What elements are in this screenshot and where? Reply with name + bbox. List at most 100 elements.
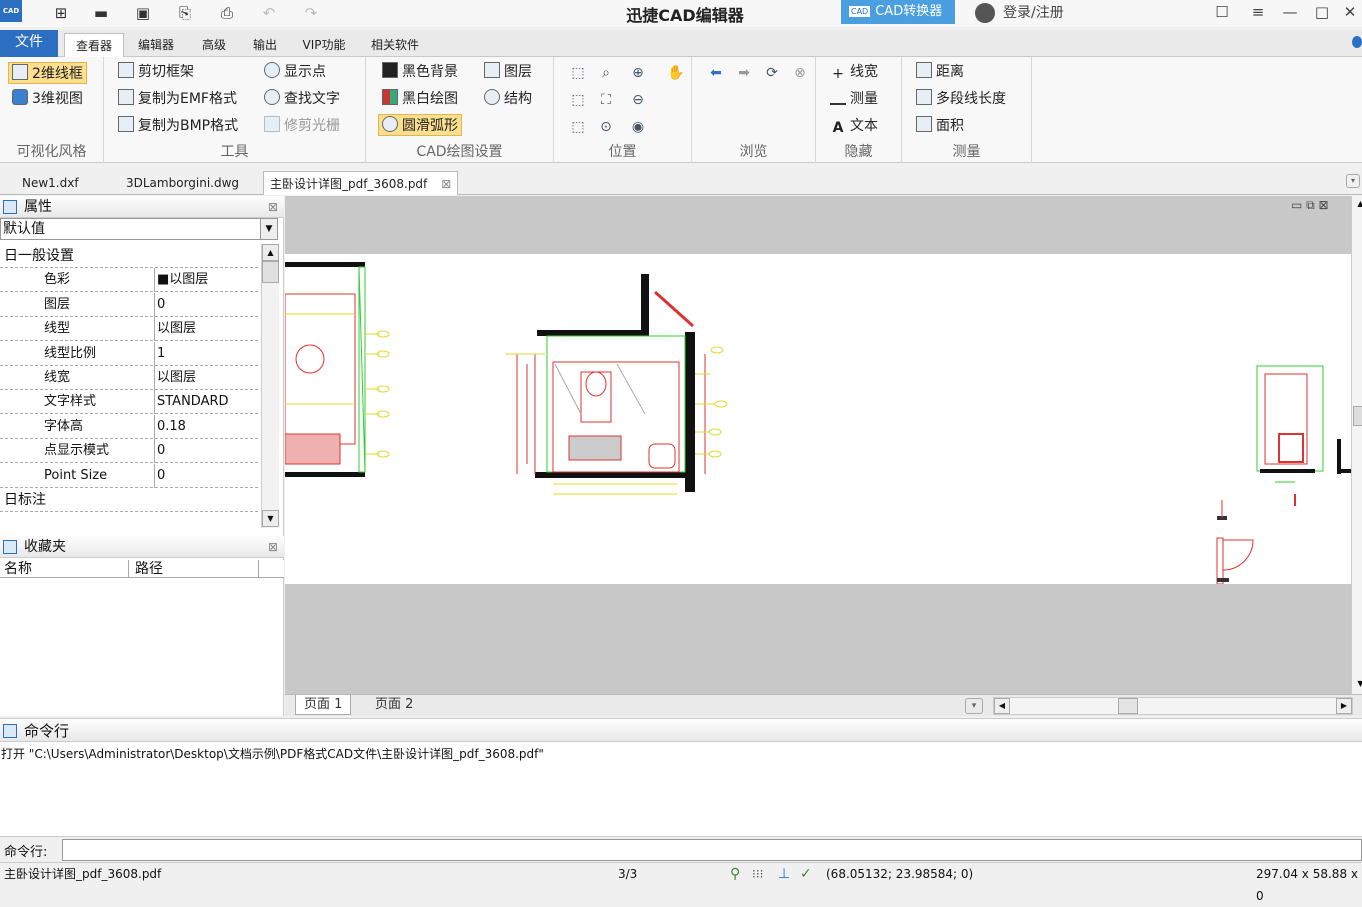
tab-vip[interactable]: VIP功能 [294, 33, 354, 57]
canvas-horizontal-scrollbar[interactable]: ◀ ▶ [993, 697, 1353, 715]
column-path[interactable]: 路径 [128, 560, 163, 578]
zoom-prev-icon[interactable]: ⬚ [568, 117, 588, 137]
property-value[interactable]: 0 [157, 439, 165, 463]
zoom-in-icon[interactable]: ⊕ [628, 63, 648, 83]
redo-icon[interactable]: ↷ [300, 2, 322, 24]
doc-tab-active[interactable]: 主卧设计详图_pdf_3608.pdf ⊠ [263, 171, 459, 195]
smooth-arc-button[interactable]: 圆滑弧形 [378, 114, 462, 136]
scroll-up-icon[interactable]: ▲ [262, 244, 279, 261]
stop-icon[interactable]: ⊗ [790, 63, 810, 83]
snap-icon[interactable]: ⚲ [730, 863, 740, 885]
zoom-realtime-icon[interactable]: ⊙ [596, 117, 616, 137]
clip-frame-button[interactable]: 剪切框架 [118, 61, 194, 83]
properties-scrollbar[interactable]: ▲ ▼ [261, 244, 279, 528]
property-value[interactable]: 0 [157, 464, 165, 488]
polyline-length-button[interactable]: 多段线长度 [916, 88, 1006, 110]
tab-editor[interactable]: 编辑器 [130, 33, 182, 57]
fit-page-icon[interactable]: ⬚ [568, 90, 588, 110]
copy-emf-button[interactable]: 复制为EMF格式 [118, 88, 237, 110]
panel-close-icon[interactable]: ⊠ [268, 196, 278, 218]
feedback-icon[interactable]: ☐ [1206, 0, 1238, 24]
drawing-canvas[interactable]: ▭ ⧉ ⊠ [285, 196, 1351, 694]
polar-icon[interactable]: ✓ [800, 863, 812, 885]
property-row[interactable]: 色彩 ■以图层 [0, 268, 258, 293]
scroll-thumb[interactable] [1353, 406, 1362, 426]
show-points-button[interactable]: 显示点 [264, 61, 326, 83]
tab-related-software[interactable]: 相关软件 [362, 33, 428, 57]
page-list-dropdown-icon[interactable]: ▾ [965, 698, 983, 714]
login-button[interactable]: 登录/注册 [975, 1, 1095, 25]
minimize-icon[interactable]: — [1274, 0, 1306, 24]
panel-close-icon[interactable]: ⊠ [268, 536, 278, 558]
tab-advanced[interactable]: 高级 [190, 33, 238, 57]
zoom-center-icon[interactable]: ◉ [628, 117, 648, 137]
property-value[interactable]: ■以图层 [157, 268, 208, 292]
property-row[interactable]: 点显示模式 0 [0, 439, 258, 464]
distance-button[interactable]: 距离 [916, 61, 964, 83]
black-white-button[interactable]: 黑白绘图 [382, 88, 458, 110]
tab-close-icon[interactable]: ⊠ [441, 177, 451, 191]
copy-bmp-button[interactable]: 复制为BMP格式 [118, 115, 238, 137]
back-arrow-icon[interactable]: ⬅ [706, 63, 726, 83]
pan-window-icon[interactable]: ⬚ [568, 63, 588, 83]
2d-wireframe-button[interactable]: 2维线框 [8, 62, 87, 84]
property-value[interactable]: 1 [157, 342, 165, 366]
fit-extents-icon[interactable]: ⛶ [596, 90, 616, 110]
new-file-icon[interactable]: ⊞ [50, 2, 72, 24]
property-row[interactable]: 线宽 以图层 [0, 366, 258, 390]
property-category[interactable]: 日一般设置 [0, 244, 258, 268]
zoom-window-icon[interactable]: ⌕ [596, 63, 616, 83]
layers-button[interactable]: 图层 [484, 61, 532, 83]
page-tab-2[interactable]: 页面 2 [375, 695, 413, 715]
property-value[interactable]: 0.18 [157, 415, 186, 439]
find-text-button[interactable]: 查找文字 [264, 88, 340, 110]
property-row[interactable]: 字体高 0.18 [0, 414, 258, 439]
ortho-icon[interactable]: ⊥ [778, 863, 790, 885]
cad-converter-button[interactable]: CAD CAD转换器 [841, 0, 955, 24]
text-toggle[interactable]: A 文本 [830, 115, 878, 137]
help-icon[interactable] [1352, 36, 1362, 48]
command-input[interactable] [62, 839, 1362, 861]
close-icon[interactable]: ✕ [1334, 0, 1362, 24]
property-category[interactable]: 日标注 [0, 488, 258, 512]
forward-arrow-icon[interactable]: ➡ [734, 63, 754, 83]
tab-viewer[interactable]: 查看器 [64, 33, 124, 57]
chevron-down-icon[interactable]: ▼ [260, 219, 277, 239]
scroll-right-icon[interactable]: ▶ [1336, 698, 1352, 714]
property-value[interactable]: STANDARD [157, 390, 229, 414]
structure-button[interactable]: 结构 [484, 88, 532, 110]
menu-icon[interactable]: ≡ [1242, 0, 1274, 24]
line-width-toggle[interactable]: + 线宽 [830, 61, 878, 83]
pdf-icon[interactable]: ⎘ [174, 2, 196, 24]
print-icon[interactable]: ⎙ [216, 2, 238, 24]
column-name[interactable]: 名称 [4, 560, 32, 578]
doc-tab-new1[interactable]: New1.dxf [22, 171, 79, 195]
property-value[interactable]: 以图层 [157, 366, 196, 390]
scroll-thumb[interactable] [1118, 698, 1138, 714]
undo-icon[interactable]: ↶ [258, 2, 280, 24]
properties-selector[interactable]: 默认值 ▼ [0, 218, 278, 240]
open-folder-icon[interactable]: ▬ [90, 2, 112, 24]
page-tab-1[interactable]: 页面 1 [295, 695, 352, 715]
zoom-out-icon[interactable]: ⊖ [628, 90, 648, 110]
grid-icon[interactable]: ⁝⁝⁝ [752, 863, 763, 885]
property-row[interactable]: Point Size 0 [0, 463, 258, 488]
canvas-vertical-scrollbar[interactable]: ▲ ▼ [1351, 196, 1362, 694]
trim-raster-button[interactable]: 修剪光栅 [264, 115, 340, 137]
property-value[interactable]: 0 [157, 293, 165, 317]
tab-file[interactable]: 文件 [0, 30, 58, 57]
scroll-left-icon[interactable]: ◀ [994, 698, 1010, 714]
3d-view-button[interactable]: 3维视图 [12, 88, 83, 110]
tab-list-dropdown-icon[interactable]: ▾ [1346, 174, 1360, 188]
doc-tab-lamborgini[interactable]: 3DLamborgini.dwg [126, 171, 239, 195]
scroll-thumb[interactable] [262, 261, 279, 283]
property-row[interactable]: 文字样式 STANDARD [0, 390, 258, 415]
mdi-window-controls[interactable]: ▭ ⧉ ⊠ [1291, 198, 1329, 213]
scroll-down-icon[interactable]: ▼ [262, 510, 279, 527]
save-icon[interactable]: ▣ [132, 2, 154, 24]
hand-pan-icon[interactable]: ✋ [666, 63, 686, 83]
measure-toggle[interactable]: 测量 [830, 88, 878, 110]
property-row[interactable]: 线型 以图层 [0, 317, 258, 342]
black-background-button[interactable]: 黑色背景 [382, 61, 458, 83]
refresh-icon[interactable]: ⟳ [762, 63, 782, 83]
